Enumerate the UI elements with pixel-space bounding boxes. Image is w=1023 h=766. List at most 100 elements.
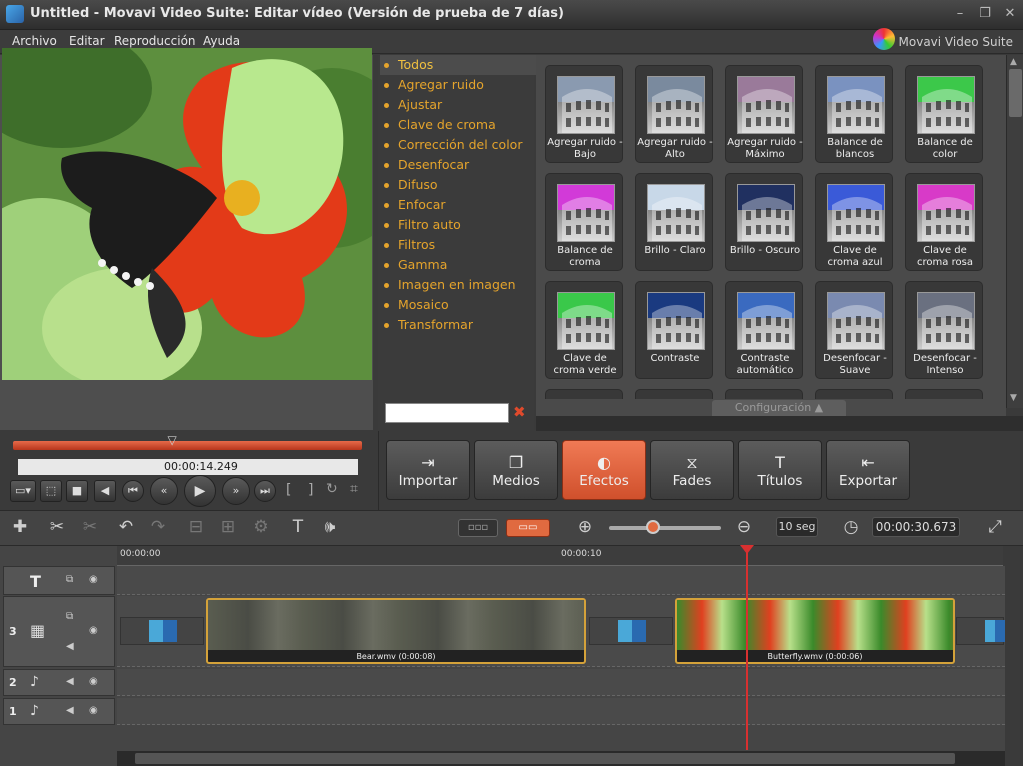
timeline-view-icon[interactable]: ▭▭ <box>506 519 550 537</box>
tab-effects[interactable]: ◐ Efectos <box>562 440 646 500</box>
visibility-icon[interactable]: ◉ <box>89 705 98 716</box>
category-item[interactable]: Ajustar <box>380 95 536 115</box>
minimize-icon[interactable]: – <box>951 5 969 23</box>
effect-tile[interactable]: Clave de croma azul <box>815 173 893 271</box>
cut-icon[interactable]: ✂ <box>46 517 68 537</box>
crop-icon[interactable]: ⌗ <box>350 481 358 497</box>
titles-track[interactable] <box>117 566 1005 595</box>
config-tab[interactable]: Configuración ▲ <box>712 400 846 416</box>
menu-archivo[interactable]: Archivo <box>12 34 57 48</box>
fx-icon[interactable]: ⧉ <box>66 574 73 585</box>
rewind-icon[interactable]: « <box>150 477 178 505</box>
effect-tile[interactable]: Agregar ruido - Bajo <box>545 65 623 163</box>
effect-tile[interactable]: Agregar ruido - Alto <box>635 65 713 163</box>
progress-marker-icon[interactable]: ▽ <box>168 433 177 447</box>
scroll-thumb[interactable] <box>1009 69 1022 117</box>
category-item[interactable]: Todos <box>380 55 536 75</box>
tab-fades[interactable]: ⧖ Fades <box>650 440 734 500</box>
effect-tile[interactable]: Clave de croma rosa <box>905 173 983 271</box>
visibility-icon[interactable]: ◉ <box>89 676 98 687</box>
category-item[interactable]: Filtro auto <box>380 215 536 235</box>
category-item[interactable]: Agregar ruido <box>380 75 536 95</box>
visibility-icon[interactable]: ◉ <box>89 625 98 636</box>
zoom-slider[interactable] <box>609 526 721 530</box>
record-audio-icon[interactable]: 🕪 <box>319 517 341 537</box>
redo-icon[interactable]: ↷ <box>147 517 169 537</box>
effects-scrollbar[interactable]: ▲ ▼ <box>1006 55 1023 408</box>
zoom-out-icon[interactable]: ⊖ <box>733 517 755 537</box>
timeline-vscrollbar[interactable] <box>1005 546 1023 766</box>
effect-tile[interactable]: Contraste automático <box>725 281 803 379</box>
effect-tile[interactable]: Balance de blancos <box>815 65 893 163</box>
tab-import[interactable]: ⇥ Importar <box>386 440 470 500</box>
category-search-input[interactable] <box>385 403 509 423</box>
tab-titles[interactable]: T Títulos <box>738 440 822 500</box>
playback-progress-bar[interactable] <box>13 441 362 450</box>
expand-timeline-icon[interactable]: ⤢ <box>984 517 1006 537</box>
effect-tile[interactable]: Agregar ruido - Máximo <box>725 65 803 163</box>
category-item[interactable]: Difuso <box>380 175 536 195</box>
fast-forward-icon[interactable]: » <box>222 477 250 505</box>
playhead[interactable] <box>746 546 748 750</box>
playhead-handle[interactable] <box>740 545 754 554</box>
category-item[interactable]: Transformar <box>380 315 536 335</box>
effect-tile[interactable]: Balance de croma <box>545 173 623 271</box>
add-icon[interactable]: ✚ <box>9 517 31 537</box>
tab-export[interactable]: ⇤ Exportar <box>826 440 910 500</box>
mute-icon[interactable]: ◀ <box>66 705 74 716</box>
mute-icon[interactable]: ◀ <box>66 641 74 652</box>
effect-tile[interactable]: Clave de croma verde <box>545 281 623 379</box>
transition-slot[interactable] <box>589 617 673 645</box>
fx-icon[interactable]: ⧉ <box>66 611 73 622</box>
effect-tile[interactable]: Desenfocar - Suave <box>815 281 893 379</box>
category-item[interactable]: Clave de croma <box>380 115 536 135</box>
timeline-ruler[interactable] <box>117 546 1003 566</box>
category-item[interactable]: Imagen en imagen <box>380 275 536 295</box>
mark-in-icon[interactable]: [ <box>286 482 291 498</box>
effect-tile[interactable]: Desenfocar - Intenso <box>905 281 983 379</box>
video-clip-bear[interactable]: Bear.wmv (0:00:08) <box>206 598 586 664</box>
mark-out-icon[interactable]: ] <box>308 482 313 498</box>
volume-icon[interactable]: ◀ <box>94 480 116 502</box>
play-icon[interactable]: ▶ <box>184 475 216 507</box>
mute-icon[interactable]: ◀ <box>66 676 74 687</box>
scroll-thumb[interactable] <box>135 753 955 764</box>
effect-tile[interactable]: Brillo - Oscuro <box>725 173 803 271</box>
undo-icon[interactable]: ↶ <box>115 517 137 537</box>
go-start-icon[interactable]: ⏮ <box>122 480 144 502</box>
visibility-icon[interactable]: ◉ <box>89 574 98 585</box>
effect-tile[interactable]: Brillo - Claro <box>635 173 713 271</box>
display-mode-icon[interactable]: ▭▾ <box>10 480 36 502</box>
cut-all-icon[interactable]: ✂ <box>79 517 101 537</box>
go-end-icon[interactable]: ⏭ <box>254 480 276 502</box>
split-icon[interactable]: ⊟ <box>185 517 207 537</box>
transition-slot[interactable] <box>120 617 204 645</box>
menu-editar[interactable]: Editar <box>69 34 105 48</box>
scroll-up-icon[interactable]: ▲ <box>1010 57 1017 67</box>
category-item[interactable]: Mosaico <box>380 295 536 315</box>
join-icon[interactable]: ⊞ <box>217 517 239 537</box>
video-clip-butterfly[interactable]: Butterfly.wmv (0:00:06) <box>675 598 955 664</box>
category-item[interactable]: Gamma <box>380 255 536 275</box>
zoom-in-icon[interactable]: ⊕ <box>574 517 596 537</box>
storyboard-view-icon[interactable]: ▫▫▫ <box>458 519 498 537</box>
tab-media[interactable]: ❐ Medios <box>474 440 558 500</box>
category-item[interactable]: Enfocar <box>380 195 536 215</box>
timeline-hscrollbar[interactable] <box>117 751 1006 766</box>
menu-reproduccion[interactable]: Reproducción <box>114 34 196 48</box>
fit-screen-icon[interactable]: ⬚ <box>40 480 62 502</box>
audio-track-1[interactable] <box>117 698 1005 725</box>
menu-ayuda[interactable]: Ayuda <box>203 34 240 48</box>
zoom-slider-knob[interactable] <box>646 520 660 534</box>
category-item[interactable]: Corrección del color <box>380 135 536 155</box>
close-icon[interactable]: ✕ <box>1001 5 1019 23</box>
effect-tile[interactable]: Contraste <box>635 281 713 379</box>
restore-icon[interactable]: ❐ <box>976 5 994 23</box>
category-item[interactable]: Filtros <box>380 235 536 255</box>
scroll-down-icon[interactable]: ▼ <box>1010 393 1017 403</box>
properties-icon[interactable]: ⚙ <box>250 517 272 537</box>
transition-slot[interactable] <box>956 617 1005 645</box>
clear-icon[interactable]: ✖ <box>513 403 526 421</box>
category-item[interactable]: Desenfocar <box>380 155 536 175</box>
fullscreen-icon[interactable]: ■ <box>66 480 88 502</box>
